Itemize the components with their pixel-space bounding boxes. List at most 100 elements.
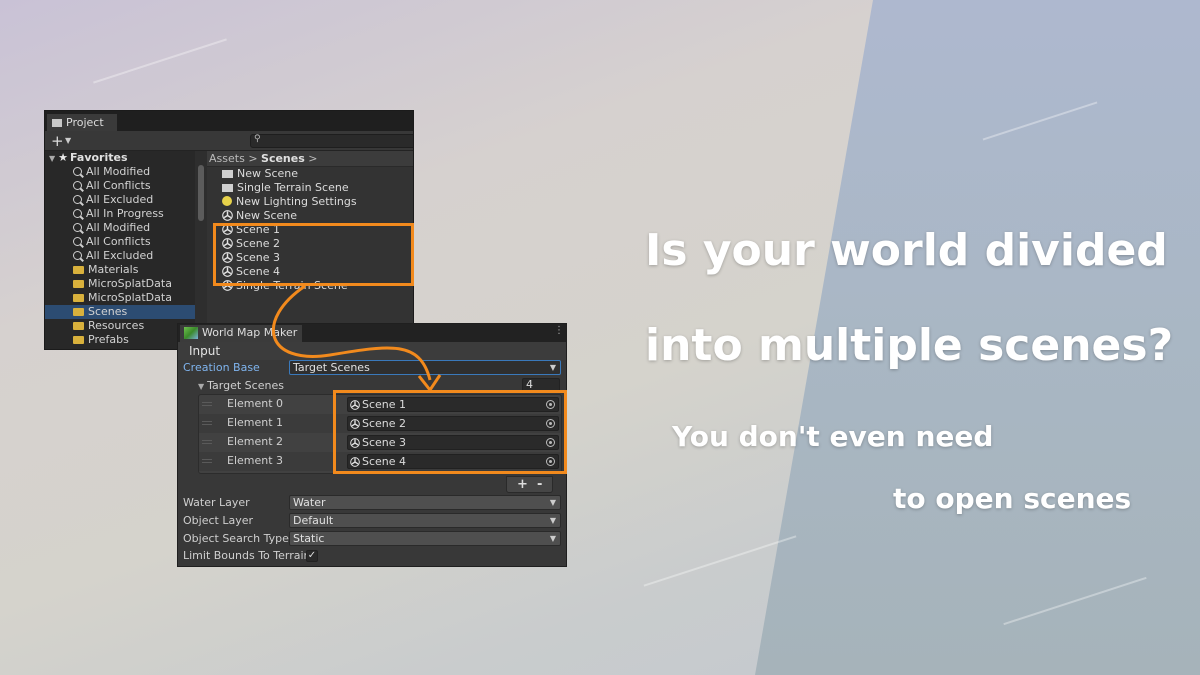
asset-item[interactable]: New Scene <box>207 167 413 181</box>
triangle-down-icon: ▼ <box>198 382 205 391</box>
asset-item[interactable]: Single Terrain Scene <box>207 181 413 195</box>
favorites-scrollbar[interactable] <box>195 151 207 349</box>
creation-base-dropdown[interactable]: Target Scenes ▼ <box>289 360 561 375</box>
remove-element-button[interactable]: - <box>537 477 542 492</box>
object-layer-label: Object Layer <box>183 514 253 527</box>
favorites-tree: ▼ ★ Favorites All Modified All Conflicts A… <box>45 151 195 349</box>
breadcrumb-assets[interactable]: Assets <box>209 152 245 165</box>
favorite-item[interactable]: All Conflicts <box>45 179 195 193</box>
folder-icon <box>73 308 84 316</box>
favorite-item[interactable]: All In Progress <box>45 207 195 221</box>
inspector-tabbar: World Map Maker ⋮ <box>178 324 566 342</box>
favorite-item[interactable]: All Excluded <box>45 193 195 207</box>
search-icon <box>73 223 82 232</box>
favorite-label: All Conflicts <box>86 235 151 248</box>
folder-item-scenes[interactable]: Scenes <box>45 305 195 319</box>
chevron-down-icon[interactable]: ▼ <box>65 136 71 145</box>
favorite-label: All Modified <box>86 221 151 234</box>
add-element-button[interactable]: + <box>517 477 528 492</box>
limit-bounds-label: Limit Bounds To Terrain <box>183 549 311 562</box>
more-options-icon[interactable]: ⋮ <box>554 325 564 336</box>
project-tabbar: Project <box>45 111 413 131</box>
chevron-down-icon: ▼ <box>549 498 556 507</box>
object-search-type-dropdown[interactable]: Static ▼ <box>289 531 561 546</box>
unity-scene-icon <box>222 210 233 221</box>
folder-item-microsplatdata[interactable]: MicroSplatData <box>45 277 195 291</box>
asset-item[interactable]: New Scene <box>207 209 413 223</box>
tab-world-map-maker[interactable]: World Map Maker <box>180 325 302 342</box>
water-layer-dropdown[interactable]: Water ▼ <box>289 495 561 510</box>
folder-icon <box>73 322 84 330</box>
limit-bounds-row: Limit Bounds To Terrain ✓ <box>178 548 566 564</box>
folder-item-microsplatdata[interactable]: MicroSplatData <box>45 291 195 305</box>
favorite-label: All Modified <box>86 165 151 178</box>
headline-line-1: Is your world divided <box>645 225 1168 276</box>
search-icon <box>73 209 82 218</box>
favorite-label: All Conflicts <box>86 179 151 192</box>
chevron-down-icon: ▼ <box>549 363 556 372</box>
folder-label: Scenes <box>88 305 128 318</box>
folder-icon <box>222 184 233 192</box>
tab-project-label: Project <box>66 116 104 129</box>
drag-handle-icon[interactable] <box>202 421 212 425</box>
tab-project[interactable]: Project <box>47 114 117 131</box>
folder-label: Prefabs <box>88 333 129 346</box>
headline-line-3: You don't even need <box>672 420 994 453</box>
breadcrumb-trail: > <box>308 152 318 165</box>
object-search-type-label: Object Search Type <box>183 532 289 545</box>
element-label: Element 3 <box>227 454 284 467</box>
scrollbar-thumb[interactable] <box>198 165 204 221</box>
favorite-item[interactable]: All Modified <box>45 165 195 179</box>
object-layer-row: Object Layer Default ▼ <box>178 513 566 529</box>
folder-icon <box>73 280 84 288</box>
triangle-down-icon: ▼ <box>49 154 56 163</box>
folder-icon <box>73 336 84 344</box>
folder-icon <box>52 119 62 127</box>
favorite-label: All Excluded <box>86 249 154 262</box>
folder-item-prefabs[interactable]: Prefabs <box>45 333 195 347</box>
favorites-header[interactable]: ▼ ★ Favorites <box>45 151 195 165</box>
headline-line-2: into multiple scenes? <box>645 320 1174 371</box>
favorite-item[interactable]: All Excluded <box>45 249 195 263</box>
plus-icon[interactable]: + <box>51 132 64 150</box>
drag-handle-icon[interactable] <box>202 459 212 463</box>
element-label: Element 1 <box>227 416 284 429</box>
object-search-type-value: Static <box>293 532 325 545</box>
search-icon <box>73 195 82 204</box>
creation-base-row: Creation Base Target Scenes ▼ <box>178 360 566 376</box>
folder-icon <box>73 294 84 302</box>
project-toolbar: + ▼ ⚲ <box>45 131 413 151</box>
favorite-label: All Excluded <box>86 193 154 206</box>
favorite-item[interactable]: All Modified <box>45 221 195 235</box>
breadcrumb-scenes[interactable]: Scenes <box>261 152 305 165</box>
highlight-box-project-scenes <box>213 223 414 286</box>
tab-label: World Map Maker <box>202 326 298 339</box>
folder-label: Resources <box>88 319 145 332</box>
search-icon: ⚲ <box>254 134 261 144</box>
asset-label: New Lighting Settings <box>236 195 357 208</box>
asset-item[interactable]: New Lighting Settings <box>207 195 413 209</box>
section-input-header[interactable]: Input <box>178 342 566 360</box>
object-search-type-row: Object Search Type Static ▼ <box>178 531 566 547</box>
target-scenes-foldout[interactable]: ▼ Target Scenes <box>198 378 284 395</box>
headline-line-4: to open scenes <box>893 482 1132 515</box>
object-layer-dropdown[interactable]: Default ▼ <box>289 513 561 528</box>
list-add-remove-buttons: + - <box>506 476 553 493</box>
folder-item-resources[interactable]: Resources <box>45 319 195 333</box>
water-layer-value: Water <box>293 496 326 509</box>
drag-handle-icon[interactable] <box>202 402 212 406</box>
element-label: Element 0 <box>227 397 284 410</box>
limit-bounds-checkbox[interactable]: ✓ <box>306 550 318 562</box>
folder-item-materials[interactable]: Materials <box>45 263 195 277</box>
favorite-item[interactable]: All Conflicts <box>45 235 195 249</box>
asset-label: Single Terrain Scene <box>237 181 349 194</box>
star-icon: ★ <box>58 151 69 164</box>
drag-handle-icon[interactable] <box>202 440 212 444</box>
search-icon <box>73 251 82 260</box>
search-input[interactable]: ⚲ <box>250 134 413 148</box>
asset-label: New Scene <box>237 167 299 180</box>
creation-base-label: Creation Base <box>183 361 260 374</box>
search-icon <box>73 237 82 246</box>
chevron-down-icon: ▼ <box>549 534 556 543</box>
folder-label: MicroSplatData <box>88 277 172 290</box>
